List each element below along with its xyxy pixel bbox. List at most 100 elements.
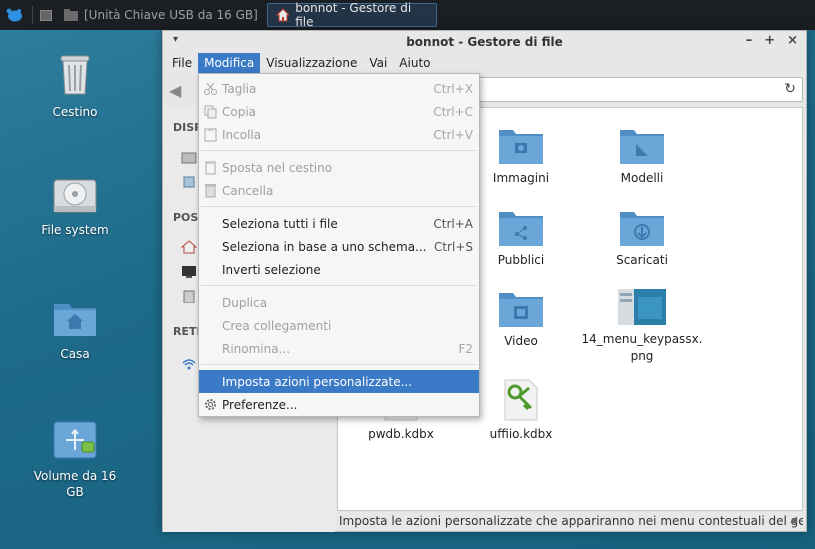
menu-item-accel: F2: [458, 341, 473, 356]
trash-small-icon[interactable]: [181, 289, 197, 303]
menu-modifica[interactable]: Modifica: [198, 53, 261, 73]
reload-icon[interactable]: ↻: [784, 81, 796, 97]
usb-icon[interactable]: [181, 175, 197, 189]
window-menu-icon[interactable]: ▾: [173, 34, 178, 45]
show-desktop-button[interactable]: [37, 0, 55, 30]
folder-public-icon: [499, 212, 543, 246]
menu-item-label: Crea collegamenti: [222, 318, 332, 333]
hard-drive-icon: [53, 179, 97, 213]
status-bar: Imposta le azioni personalizzate che app…: [339, 514, 803, 528]
menu-item-accel: Ctrl+X: [433, 81, 473, 96]
file-item[interactable]: Pubblici: [466, 208, 576, 269]
menu-item-rename[interactable]: Rinomina... F2: [199, 337, 479, 360]
home-small-icon: [275, 8, 290, 22]
menu-item-select-all[interactable]: Seleziona tutti i file Ctrl+A: [199, 212, 479, 235]
menu-item-delete[interactable]: Cancella: [199, 179, 479, 202]
menu-item-duplicate[interactable]: Duplica: [199, 291, 479, 314]
menu-item-select-by-pattern[interactable]: Seleziona in base a uno schema... Ctrl+S: [199, 235, 479, 258]
menu-item-accel: Ctrl+C: [433, 104, 473, 119]
menu-item-label: Sposta nel cestino: [222, 160, 333, 175]
menu-item-make-links[interactable]: Crea collegamenti: [199, 314, 479, 337]
panel-separator: [32, 6, 33, 24]
task-label: [Unità Chiave USB da 16 GB]: [84, 8, 258, 22]
menu-item-label: Taglia: [222, 81, 257, 96]
maximize-icon[interactable]: +: [764, 33, 775, 48]
file-item[interactable]: uffiio.kdbx: [466, 378, 576, 443]
file-item[interactable]: Immagini: [466, 126, 576, 187]
menu-item-label: Duplica: [222, 295, 268, 310]
desktop-icon-trash[interactable]: Cestino: [30, 52, 120, 120]
menu-item-invert-selection[interactable]: Inverti selezione: [199, 258, 479, 281]
window-titlebar[interactable]: ▾ bonnot - Gestore di file – + ×: [163, 31, 806, 53]
menu-item-cut[interactable]: Taglia Ctrl+X: [199, 77, 479, 100]
folder-download-icon: [620, 212, 664, 246]
file-item[interactable]: Scaricati: [587, 208, 697, 269]
menu-item-label: Incolla: [222, 127, 262, 142]
home-icon[interactable]: [181, 240, 197, 254]
menu-visualizzazione[interactable]: Visualizzazione: [260, 53, 363, 73]
menu-item-label: Seleziona in base a uno schema...: [222, 239, 427, 254]
copy-icon: [204, 105, 217, 119]
menu-vai[interactable]: Vai: [363, 53, 393, 73]
desktop-icon-home[interactable]: Casa: [30, 298, 120, 362]
task-file-manager[interactable]: bonnot - Gestore di file: [266, 1, 437, 29]
edit-menu-dropdown: Taglia Ctrl+X Copia Ctrl+C Incolla Ctrl+…: [198, 73, 480, 417]
file-label: Video: [504, 334, 538, 348]
image-thumbnail-icon: [618, 289, 666, 325]
file-label: uffiio.kdbx: [489, 427, 553, 441]
resize-grip-icon[interactable]: ◢: [790, 515, 802, 527]
desktop-small-icon[interactable]: [181, 265, 197, 279]
desktop-icon-usb-volume[interactable]: Volume da 16 GB: [30, 418, 120, 500]
menu-file[interactable]: File: [166, 53, 198, 73]
file-item[interactable]: 14_menu_keypassx. png: [582, 289, 702, 365]
keepassx-file-icon: [504, 379, 538, 421]
task-usb-drive[interactable]: [Unità Chiave USB da 16 GB]: [55, 3, 267, 27]
desktop-icon-label: Volume da 16 GB: [33, 469, 117, 499]
desktop-icon: [40, 9, 52, 21]
drive-icon[interactable]: [181, 151, 197, 165]
menubar: File Modifica Visualizzazione Vai Aiuto: [163, 53, 806, 73]
menu-item-accel: Ctrl+S: [433, 239, 473, 254]
back-arrow-icon[interactable]: ◀: [169, 81, 181, 100]
network-icon[interactable]: [181, 357, 197, 371]
xfce-menu-button[interactable]: [0, 0, 28, 30]
usb-drive-icon: [53, 421, 97, 459]
trash-move-icon: [205, 161, 216, 175]
folder-pictures-icon: [499, 130, 543, 164]
menu-aiuto[interactable]: Aiuto: [393, 53, 436, 73]
file-label: Immagini: [492, 171, 550, 185]
menu-item-label: Rinomina...: [222, 341, 291, 356]
file-label: 14_menu_keypassx. png: [581, 332, 703, 363]
gear-icon: [205, 399, 216, 410]
menu-item-label: Seleziona tutti i file: [222, 216, 338, 231]
menu-item-label: Preferenze...: [222, 397, 298, 412]
location-bar[interactable]: ↻: [479, 77, 803, 102]
file-label: Modelli: [620, 171, 664, 185]
menu-item-label: Copia: [222, 104, 257, 119]
folder-templates-icon: [620, 130, 664, 164]
menu-separator: [201, 206, 477, 207]
task-label: bonnot - Gestore di file: [295, 1, 412, 29]
scissors-icon: [204, 82, 217, 95]
menu-item-paste[interactable]: Incolla Ctrl+V: [199, 123, 479, 146]
folder-small-icon: [64, 9, 78, 21]
close-icon[interactable]: ×: [787, 33, 798, 48]
file-item[interactable]: Modelli: [587, 126, 697, 187]
file-label: pwdb.kdbx: [368, 427, 434, 441]
file-label: Scaricati: [616, 253, 668, 267]
menu-item-move-to-trash[interactable]: Sposta nel cestino: [199, 156, 479, 179]
file-item[interactable]: Video: [466, 289, 576, 350]
menu-item-custom-actions[interactable]: Imposta azioni personalizzate...: [199, 370, 479, 393]
desktop-icon-filesystem[interactable]: File system: [30, 178, 120, 238]
menu-item-label: Cancella: [222, 183, 274, 198]
window-title: bonnot - Gestore di file: [406, 35, 563, 49]
delete-icon: [205, 184, 216, 198]
menu-item-preferences[interactable]: Preferenze...: [199, 393, 479, 416]
menu-item-copy[interactable]: Copia Ctrl+C: [199, 100, 479, 123]
folder-video-icon: [499, 293, 543, 327]
menu-item-accel: Ctrl+V: [433, 127, 473, 142]
desktop-icon-label: File system: [41, 223, 109, 237]
desktop-icon-label: Cestino: [52, 105, 98, 119]
minimize-icon[interactable]: –: [746, 33, 753, 48]
menu-item-label: Imposta azioni personalizzate...: [222, 374, 413, 389]
